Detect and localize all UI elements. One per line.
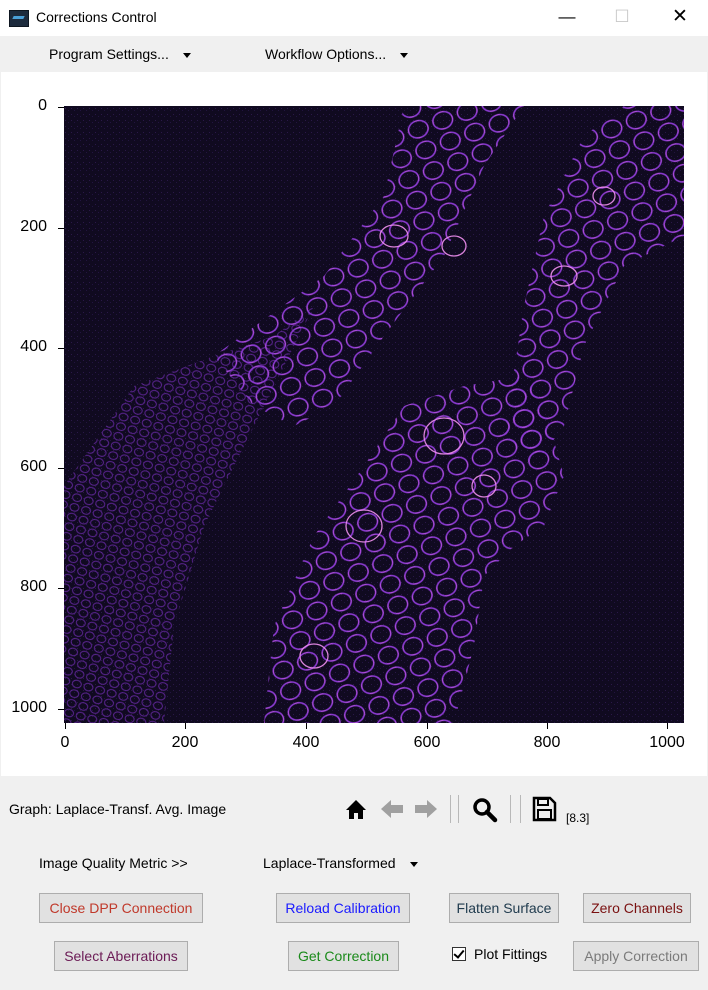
home-icon xyxy=(346,800,366,819)
zero-channels-button[interactable]: Zero Channels xyxy=(583,893,691,923)
toolbar-separator xyxy=(520,795,521,823)
y-tick-label: 600 xyxy=(20,458,47,475)
plot-fittings-checkbox[interactable]: Plot Fittings xyxy=(452,946,547,962)
x-tick-mark xyxy=(185,723,186,729)
laplace-image-svg xyxy=(64,106,684,723)
y-tick-label: 0 xyxy=(38,97,47,114)
y-tick-mark xyxy=(58,228,64,229)
get-correction-button[interactable]: Get Correction xyxy=(288,941,399,971)
chevron-down-icon xyxy=(409,861,418,867)
laplace-image[interactable] xyxy=(64,106,684,723)
magnifier-icon xyxy=(473,798,498,823)
checkbox-checked-icon[interactable] xyxy=(452,947,466,961)
workflow-options-label: Workflow Options... xyxy=(265,46,387,62)
y-tick-mark xyxy=(58,468,64,469)
x-tick-label: 400 xyxy=(292,734,320,751)
y-tick-label: 400 xyxy=(20,338,47,355)
x-tick-label: 800 xyxy=(533,734,561,751)
x-tick-mark xyxy=(65,723,66,729)
x-tick-mark xyxy=(667,723,668,729)
coordinate-readout: [8.3] xyxy=(566,811,590,825)
toolbar-separator xyxy=(450,795,451,823)
program-settings-menu[interactable]: Program Settings... xyxy=(49,46,191,62)
floppy-disk-icon xyxy=(532,796,557,822)
toolbar-separator xyxy=(510,795,511,823)
back-button[interactable] xyxy=(378,795,406,823)
title-bar: Corrections Control — ☐ ✕ xyxy=(0,0,708,36)
metric-label: Image Quality Metric >> xyxy=(39,855,188,871)
y-tick-label: 1000 xyxy=(11,699,47,716)
arrow-right-icon xyxy=(415,800,437,818)
y-tick-label: 200 xyxy=(20,218,47,235)
program-settings-label: Program Settings... xyxy=(49,46,169,62)
workflow-options-menu[interactable]: Workflow Options... xyxy=(265,46,409,62)
x-tick-mark xyxy=(306,723,307,729)
x-tick-label: 600 xyxy=(413,734,441,751)
x-tick-label: 200 xyxy=(171,734,199,751)
menu-bar: Program Settings... Workflow Options... xyxy=(0,36,708,72)
x-tick-label: 0 xyxy=(60,734,70,751)
x-tick-mark xyxy=(427,723,428,729)
y-tick-label: 800 xyxy=(20,578,47,595)
y-tick-mark xyxy=(58,588,64,589)
arrow-left-icon xyxy=(381,800,403,818)
graph-label: Graph: Laplace-Transf. Avg. Image xyxy=(9,801,227,817)
chevron-down-icon xyxy=(182,52,191,58)
apply-correction-button[interactable]: Apply Correction xyxy=(573,941,699,971)
plot-fittings-label: Plot Fittings xyxy=(474,946,548,962)
home-button[interactable] xyxy=(342,795,370,823)
reload-calibration-button[interactable]: Reload Calibration xyxy=(276,893,410,923)
select-aberrations-button[interactable]: Select Aberrations xyxy=(54,941,188,971)
zoom-button[interactable] xyxy=(470,795,498,823)
app-icon xyxy=(9,10,29,27)
toolbar-separator xyxy=(458,795,459,823)
minimize-button[interactable]: — xyxy=(544,0,590,36)
y-tick-mark xyxy=(58,348,64,349)
flatten-surface-button[interactable]: Flatten Surface xyxy=(449,893,559,923)
metric-selected-value: Laplace-Transformed xyxy=(263,855,396,871)
close-dpp-connection-button[interactable]: Close DPP Connection xyxy=(39,893,203,923)
close-button[interactable]: ✕ xyxy=(657,0,703,36)
maximize-button[interactable]: ☐ xyxy=(599,0,645,36)
window-title: Corrections Control xyxy=(36,9,157,25)
forward-button[interactable] xyxy=(412,795,440,823)
save-button[interactable] xyxy=(530,795,558,823)
plot-canvas[interactable]: 0 200 400 600 800 1000 0 200 400 600 800… xyxy=(1,72,707,776)
y-tick-mark xyxy=(58,107,64,108)
x-tick-mark xyxy=(547,723,548,729)
metric-dropdown[interactable]: Laplace-Transformed xyxy=(263,855,418,871)
chevron-down-icon xyxy=(400,52,409,58)
x-tick-label: 1000 xyxy=(649,734,685,751)
y-tick-mark xyxy=(58,709,64,710)
